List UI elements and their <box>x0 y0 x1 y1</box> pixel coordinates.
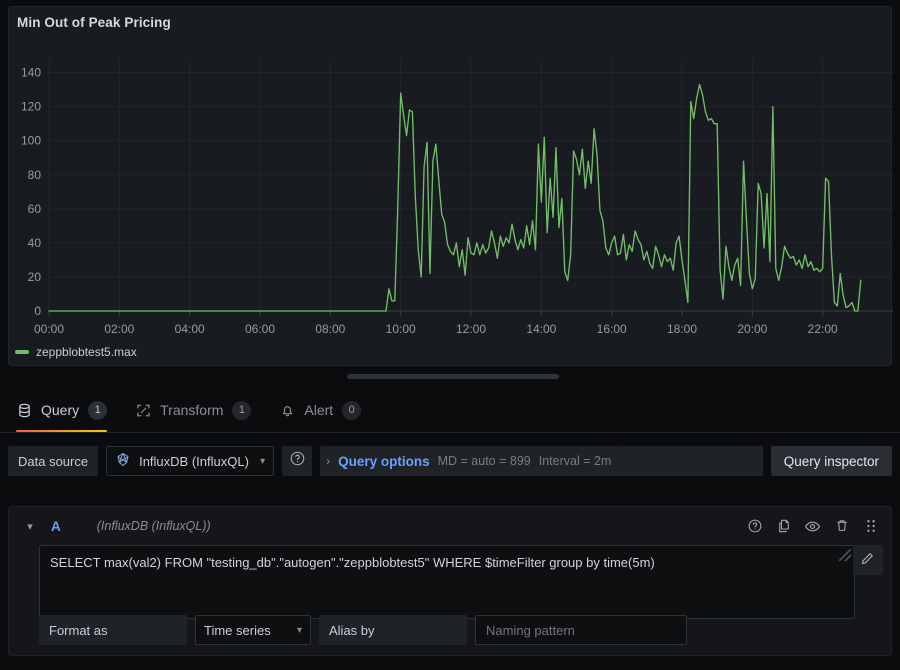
interval-info: Interval = 2m <box>538 454 612 468</box>
toggle-query-editor-mode-button[interactable] <box>853 545 883 575</box>
panel-legend[interactable]: zeppblobtest5.max <box>15 345 137 359</box>
visualization-panel: Min Out of Peak Pricing 0 20 40 60 80 100 120 1… <box>8 6 893 367</box>
svg-text:140: 140 <box>21 66 41 80</box>
svg-text:14:00: 14:00 <box>526 322 556 336</box>
duplicate-icon[interactable] <box>775 518 792 535</box>
format-as-value: Time series <box>204 622 271 638</box>
chevron-down-icon: ▾ <box>296 624 302 636</box>
svg-text:22:00: 22:00 <box>808 322 838 336</box>
svg-text:0: 0 <box>34 304 41 318</box>
datasource-label: Data source <box>8 446 99 476</box>
eye-icon[interactable] <box>804 518 821 535</box>
svg-text:40: 40 <box>28 236 42 250</box>
tab-alert[interactable]: Alert 0 <box>279 388 362 432</box>
grafana-panel-editor: Min Out of Peak Pricing 0 20 40 60 80 100 120 1… <box>0 0 900 670</box>
svg-text:18:00: 18:00 <box>667 322 697 336</box>
svg-text:100: 100 <box>21 134 41 148</box>
query-options-label: Query options <box>338 453 430 469</box>
pane-resize-handle[interactable] <box>0 369 900 385</box>
svg-text:06:00: 06:00 <box>245 322 275 336</box>
format-as-label: Format as <box>39 615 187 645</box>
query-action-buttons <box>746 518 891 535</box>
transform-icon <box>135 402 151 418</box>
query-editor-card: ▾ A (InfluxDB (InfluxQL)) SELECT max(val… <box>8 506 892 656</box>
tab-transform-count: 1 <box>232 400 252 420</box>
drag-handle-icon[interactable] <box>862 518 879 535</box>
panel-title: Min Out of Peak Pricing <box>17 15 171 30</box>
query-datasource-name: (InfluxDB (InfluxQL)) <box>96 519 211 533</box>
format-as-select[interactable]: Time series ▾ <box>195 615 311 645</box>
svg-text:20:00: 20:00 <box>737 322 767 336</box>
datasource-row-filler <box>621 446 763 476</box>
plot-svg: 0 20 40 60 80 100 120 140 00:00 02:00 04:00 06:00 08… <box>21 59 893 336</box>
svg-text:12:00: 12:00 <box>456 322 486 336</box>
datasource-row: Data source InfluxDB (InfluxQL) ▾ › Quer… <box>8 446 892 476</box>
chevron-right-icon: › <box>326 454 331 468</box>
alias-by-input[interactable] <box>475 615 687 645</box>
tab-query[interactable]: Query 1 <box>16 388 108 432</box>
query-editor-header: ▾ A (InfluxDB (InfluxQL)) <box>9 507 891 545</box>
tab-alert-label: Alert <box>304 402 334 418</box>
collapse-chevron-icon[interactable]: ▾ <box>17 513 43 539</box>
legend-color-swatch <box>15 350 29 354</box>
alias-by-label: Alias by <box>319 615 467 645</box>
query-editor-body: SELECT max(val2) FROM "testing_db"."auto… <box>9 545 891 619</box>
max-data-points-info: MD = auto = 899 <box>437 454 531 468</box>
chevron-down-icon: ▾ <box>260 455 266 467</box>
svg-text:00:00: 00:00 <box>34 322 64 336</box>
trash-icon[interactable] <box>833 518 850 535</box>
database-icon <box>16 402 32 418</box>
tab-query-label: Query <box>41 402 80 418</box>
pencil-icon <box>860 550 876 571</box>
raw-query-input[interactable]: SELECT max(val2) FROM "testing_db"."auto… <box>39 545 855 619</box>
svg-text:02:00: 02:00 <box>104 322 134 336</box>
svg-text:80: 80 <box>28 168 42 182</box>
svg-text:16:00: 16:00 <box>597 322 627 336</box>
tab-alert-count: 0 <box>342 400 362 420</box>
time-series-plot[interactable]: 0 20 40 60 80 100 120 140 00:00 02:00 04:00 06:00 08… <box>9 51 893 367</box>
svg-text:20: 20 <box>28 270 42 284</box>
tab-query-count: 1 <box>88 400 108 420</box>
datasource-picker[interactable]: InfluxDB (InfluxQL) ▾ <box>106 446 275 476</box>
svg-text:120: 120 <box>21 100 41 114</box>
svg-text:60: 60 <box>28 202 42 216</box>
tab-transform[interactable]: Transform 1 <box>135 388 252 432</box>
influxdb-logo-icon <box>115 452 131 471</box>
datasource-help-button[interactable] <box>282 446 313 476</box>
help-circle-icon <box>289 450 306 472</box>
editor-tabs: Query 1 Transform 1 Alert 0 <box>0 388 900 433</box>
help-circle-icon[interactable] <box>746 518 763 535</box>
pane-resize-thumb[interactable] <box>347 374 559 379</box>
query-editor-footer: Format as Time series ▾ Alias by <box>39 615 687 645</box>
textarea-resize-grip[interactable] <box>839 549 851 561</box>
query-ref-id[interactable]: A <box>51 519 61 534</box>
tab-transform-label: Transform <box>160 402 224 418</box>
query-inspector-button[interactable]: Query inspector <box>770 446 892 476</box>
legend-series-label[interactable]: zeppblobtest5.max <box>36 345 137 359</box>
datasource-selected-value: InfluxDB (InfluxQL) <box>139 453 249 469</box>
bell-icon <box>279 402 295 418</box>
svg-text:08:00: 08:00 <box>315 322 345 336</box>
svg-text:10:00: 10:00 <box>386 322 416 336</box>
svg-text:04:00: 04:00 <box>175 322 205 336</box>
query-options-toggle[interactable]: › Query options MD = auto = 899 Interval… <box>320 446 622 476</box>
